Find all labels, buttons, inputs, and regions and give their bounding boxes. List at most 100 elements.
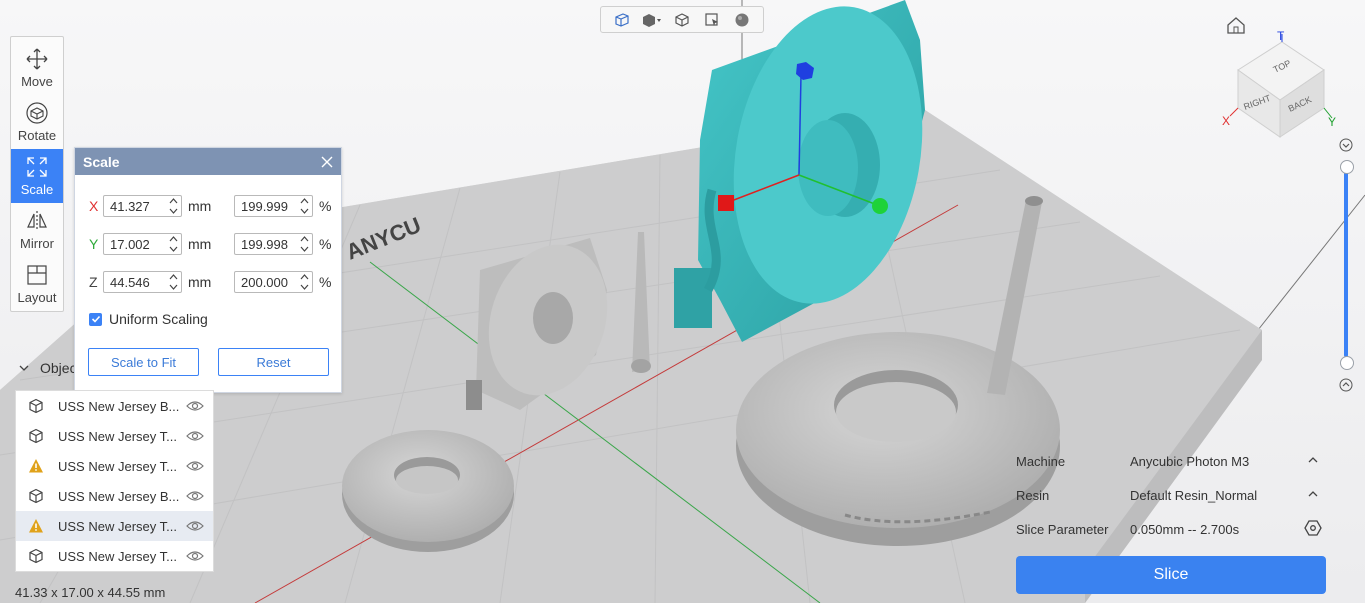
object-name: USS New Jersey B...	[58, 489, 180, 504]
cube-icon	[29, 548, 43, 564]
y-percent-value: 199.998	[241, 237, 288, 252]
y-percent-stepper[interactable]: 199.998	[234, 233, 313, 255]
chevron-up-circle-icon[interactable]	[1339, 378, 1353, 392]
unit-percent: %	[319, 274, 332, 290]
stepper-arrows-icon[interactable]	[300, 197, 309, 215]
transform-tool-panel: Move Rotate Scale Mirror Layout	[10, 36, 64, 312]
x-percent-stepper[interactable]: 199.999	[234, 195, 313, 217]
settings-hexagon-icon	[1304, 520, 1322, 536]
tool-layout[interactable]: Layout	[11, 257, 63, 311]
y-mm-stepper[interactable]: 17.002	[103, 233, 182, 255]
model-small-base[interactable]	[342, 430, 514, 552]
move-arrows-icon	[26, 48, 48, 70]
chevron-down-icon	[19, 365, 29, 371]
stepper-arrows-icon[interactable]	[169, 235, 178, 253]
object-name: USS New Jersey T...	[58, 459, 177, 474]
eye-icon[interactable]	[186, 489, 204, 503]
eye-icon[interactable]	[186, 399, 204, 413]
x-percent-value: 199.999	[241, 199, 288, 214]
object-name: USS New Jersey T...	[58, 429, 177, 444]
eye-icon[interactable]	[186, 549, 204, 563]
select-cursor-icon[interactable]	[701, 9, 723, 31]
y-mm-value: 17.002	[110, 237, 150, 252]
z-percent-value: 200.000	[241, 275, 288, 290]
scale-dialog: Scale X 41.327 mm 199.999 % Y 17.002 mm …	[74, 147, 342, 393]
tool-scale[interactable]: Scale	[11, 149, 63, 203]
axis-label: X	[89, 198, 99, 214]
slice-button[interactable]: Slice	[1016, 556, 1326, 594]
eye-icon[interactable]	[186, 519, 204, 533]
stepper-arrows-icon[interactable]	[169, 197, 178, 215]
checkmark-icon	[89, 312, 102, 326]
objects-header-label: Objec	[40, 360, 77, 376]
eye-icon[interactable]	[186, 429, 204, 443]
cube-icon	[29, 488, 43, 504]
z-mm-value: 44.546	[110, 275, 150, 290]
list-item-selected[interactable]: USS New Jersey T...	[16, 511, 213, 541]
sphere-icon[interactable]	[731, 9, 753, 31]
uniform-scaling-label: Uniform Scaling	[109, 311, 208, 327]
chevron-up-icon	[1308, 491, 1318, 497]
list-item[interactable]: USS New Jersey T...	[16, 451, 213, 481]
view-mode-toolbar	[600, 6, 764, 33]
model-dimensions-readout: 41.33 x 17.00 x 44.55 mm	[15, 585, 166, 600]
unit-percent: %	[319, 198, 332, 214]
tool-label: Rotate	[17, 128, 57, 143]
svg-text:X: X	[1222, 114, 1230, 128]
resin-label: Resin	[1016, 488, 1050, 503]
svg-text:T: T	[1277, 29, 1285, 43]
svg-text:Y: Y	[1328, 115, 1336, 129]
rotate-icon	[26, 102, 48, 124]
list-item[interactable]: USS New Jersey B...	[16, 481, 213, 511]
z-mm-stepper[interactable]: 44.546	[103, 271, 182, 293]
chevron-down-circle-icon[interactable]	[1339, 138, 1353, 152]
mirror-icon	[27, 211, 47, 231]
axis-label: Y	[89, 236, 99, 252]
scale-to-fit-button[interactable]: Scale to Fit	[88, 348, 199, 376]
chevron-up-icon	[1308, 457, 1318, 463]
stepper-arrows-icon[interactable]	[300, 273, 309, 291]
tool-move[interactable]: Move	[11, 41, 63, 95]
layer-slider-top-handle[interactable]	[1340, 160, 1354, 174]
list-item[interactable]: USS New Jersey T...	[16, 541, 213, 571]
model-large-base[interactable]	[736, 332, 1060, 546]
cube-icon	[29, 398, 43, 414]
slice-parameter-settings-button[interactable]	[1304, 519, 1322, 537]
machine-expand-button[interactable]	[1304, 451, 1322, 469]
uniform-scaling-checkbox[interactable]: Uniform Scaling	[89, 311, 208, 327]
warning-icon	[29, 519, 43, 533]
layer-slider-track[interactable]	[1344, 172, 1348, 357]
stepper-arrows-icon[interactable]	[300, 235, 309, 253]
x-mm-stepper[interactable]: 41.327	[103, 195, 182, 217]
unit-percent: %	[319, 236, 332, 252]
list-item[interactable]: USS New Jersey B...	[16, 391, 213, 421]
eye-icon[interactable]	[186, 459, 204, 473]
machine-value[interactable]: Anycubic Photon M3	[1130, 454, 1249, 469]
axis-label: Z	[89, 274, 98, 290]
close-icon[interactable]	[321, 156, 333, 168]
scale-icon	[27, 157, 47, 177]
x-mm-value: 41.327	[110, 199, 150, 214]
reset-button[interactable]: Reset	[218, 348, 329, 376]
slice-parameter-label: Slice Parameter	[1016, 522, 1109, 537]
stepper-arrows-icon[interactable]	[169, 273, 178, 291]
tool-label: Move	[21, 74, 53, 89]
slice-parameter-value: 0.050mm -- 2.700s	[1130, 522, 1240, 537]
tool-rotate[interactable]: Rotate	[11, 95, 63, 149]
cube-solid-dropdown-icon[interactable]	[641, 9, 663, 31]
cube-icon	[29, 428, 43, 444]
scale-dialog-title-bar: Scale	[75, 148, 341, 175]
cube-wireframe-icon[interactable]	[671, 9, 693, 31]
unit-mm: mm	[188, 198, 212, 214]
list-item[interactable]: USS New Jersey T...	[16, 421, 213, 451]
z-percent-stepper[interactable]: 200.000	[234, 271, 313, 293]
resin-value[interactable]: Default Resin_Normal	[1130, 488, 1257, 503]
machine-label: Machine	[1016, 454, 1066, 469]
objects-collapse-header[interactable]: Objec	[18, 360, 77, 376]
tool-mirror[interactable]: Mirror	[11, 203, 63, 257]
cube-outline-icon[interactable]	[611, 9, 633, 31]
layer-slider-bottom-handle[interactable]	[1340, 356, 1354, 370]
object-list: USS New Jersey B... USS New Jersey T... …	[15, 390, 214, 572]
object-name: USS New Jersey T...	[58, 519, 177, 534]
resin-expand-button[interactable]	[1304, 485, 1322, 503]
